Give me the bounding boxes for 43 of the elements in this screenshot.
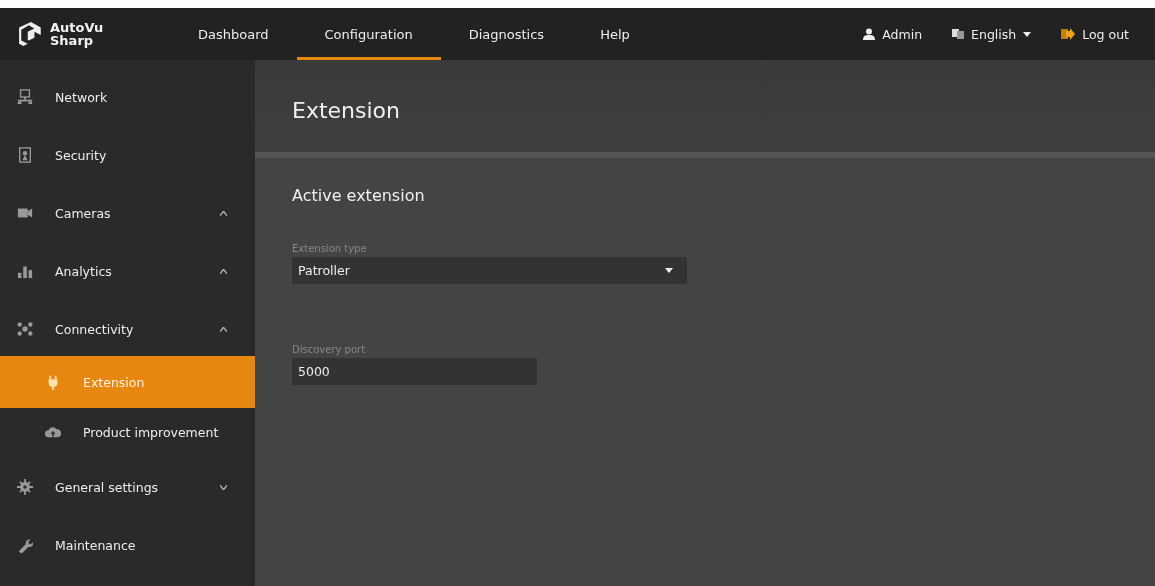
logout-button[interactable]: Log out [1055, 22, 1135, 46]
sidebar-item[interactable]: Security [0, 126, 255, 184]
language-dropdown[interactable]: English [946, 22, 1038, 46]
input-field[interactable]: 5000 [292, 358, 537, 385]
sidebar-label: General settings [55, 479, 160, 495]
sidebar-item[interactable]: Maintenance [0, 516, 255, 574]
sidebar-label: Analytics [55, 263, 113, 279]
page-title: Extension [292, 97, 400, 123]
nodes-icon [17, 321, 33, 337]
sidebar-label: Product improvement [83, 424, 220, 440]
sidebar-item[interactable]: Network [0, 68, 255, 126]
exit-icon [1061, 28, 1076, 40]
nav-tab[interactable]: Diagnostics [440, 8, 573, 60]
extension-type-dropdown[interactable]: Patroller [292, 257, 687, 284]
cloud-upload-icon [45, 424, 61, 440]
settings-icon [17, 479, 33, 495]
network-icon [17, 89, 33, 105]
field-label: Discovery port [292, 344, 366, 355]
sidebar-label: Cameras [55, 205, 112, 221]
nav-tab[interactable]: Dashboard [170, 8, 297, 60]
user-icon [863, 28, 876, 40]
sidebar-item[interactable]: Product improvement [0, 406, 255, 458]
logo-icon [18, 21, 44, 47]
section-title: Active extension [292, 186, 426, 205]
translate-icon [952, 28, 965, 40]
sidebar-label: Network [55, 89, 109, 105]
sidebar-label: Maintenance [55, 537, 137, 553]
wrench-icon [17, 537, 33, 553]
sidebar-label: Extension [83, 374, 146, 390]
caret-icon [1023, 31, 1032, 37]
caret-icon [665, 268, 673, 273]
user-menu[interactable]: Admin [857, 22, 929, 46]
sidebar-label: Security [55, 147, 108, 163]
sidebar-item[interactable]: General settings [0, 458, 255, 516]
sidebar-item[interactable]: Cameras [0, 184, 255, 242]
badge-icon [17, 147, 33, 163]
brand-name: AutoVu [50, 21, 104, 34]
sidebar-item[interactable]: Connectivity [0, 300, 255, 358]
nav-tab[interactable]: Help [572, 8, 658, 60]
sidebar-label: Connectivity [55, 321, 135, 337]
brand-name: Sharp [50, 34, 94, 47]
sidebar-item[interactable]: Analytics [0, 242, 255, 300]
field-label: Extension type [292, 243, 367, 254]
